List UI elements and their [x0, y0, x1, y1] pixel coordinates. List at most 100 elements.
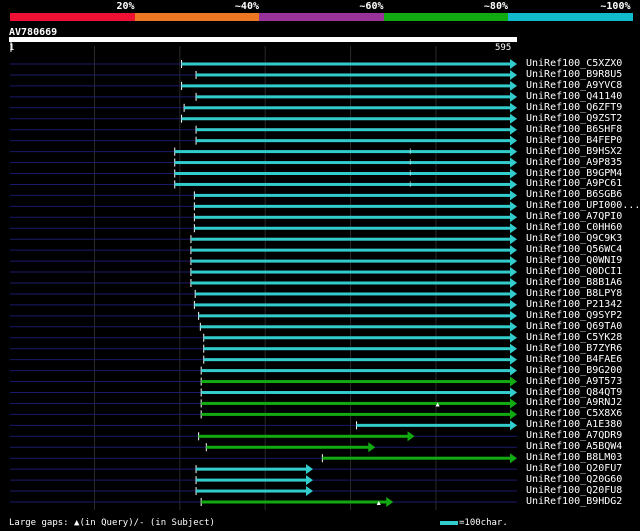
hit-bar [196, 139, 511, 143]
hit-bar [203, 336, 512, 340]
hit-link[interactable]: UniRef100_Q84QT9 [526, 387, 622, 398]
hit-link[interactable]: UniRef100_B9HDG2 [526, 496, 622, 507]
hit-link[interactable]: UniRef100_A1E380 [526, 419, 622, 430]
hit-link[interactable]: UniRef100_C5XZX0 [526, 58, 622, 69]
hit-link[interactable]: UniRef100_A7QPI0 [526, 211, 622, 222]
hit-arrow [510, 157, 517, 168]
percent-label: ~80% [483, 1, 508, 12]
percent-label: 20% [116, 1, 135, 12]
hit-bar [201, 391, 511, 394]
hit-bar [181, 84, 511, 88]
hit-link[interactable]: UniRef100_B4FEP0 [526, 135, 622, 146]
hit-bar [201, 401, 511, 405]
hit-bar [196, 95, 511, 99]
identity-color-band [383, 13, 508, 21]
hit-bar [181, 62, 511, 66]
hit-link[interactable]: UniRef100_B4FAE6 [526, 354, 622, 365]
hit-link[interactable]: UniRef100_B9G200 [526, 365, 622, 376]
hit-link[interactable]: UniRef100_B6SGB6 [526, 189, 622, 200]
hit-link[interactable]: UniRef100_UPI000... [526, 200, 640, 211]
hit-arrow [510, 354, 517, 365]
hit-link[interactable]: UniRef100_Q0DCI1 [526, 266, 622, 277]
hit-arrow [510, 267, 517, 278]
hit-bar [356, 423, 511, 427]
gaps-legend: Large gaps: ▲(in Query)/- (in Subject) [9, 518, 215, 528]
scale-legend: =100char. [440, 518, 508, 528]
hit-link[interactable]: UniRef100_A9RNJ2 [526, 397, 622, 408]
hit-link[interactable]: UniRef100_A9T573 [526, 376, 622, 387]
hit-link[interactable]: UniRef100_B9GPM4 [526, 168, 622, 179]
hit-arrow [306, 475, 314, 486]
hit-bar [195, 292, 512, 296]
hit-link[interactable]: UniRef100_Q20FU7 [526, 463, 622, 474]
hit-arrow [510, 321, 517, 332]
hit-link[interactable]: UniRef100_C0HH60 [526, 222, 622, 233]
identity-color-band [259, 13, 384, 21]
hit-arrow [510, 453, 517, 464]
hit-arrow [510, 102, 517, 113]
hit-bar [174, 150, 511, 154]
hit-arrow [510, 179, 517, 190]
hit-arrow [407, 431, 415, 442]
hit-arrow [510, 409, 517, 420]
hit-link[interactable]: UniRef100_Q20FU8 [526, 485, 622, 496]
hit-link[interactable]: UniRef100_Q9SYP2 [526, 310, 622, 321]
hit-arrow [510, 256, 517, 267]
ruler-end-label: 595 [495, 43, 512, 53]
hit-bar [198, 314, 511, 318]
hit-link[interactable]: UniRef100_A7QDR9 [526, 430, 622, 441]
hit-link[interactable]: UniRef100_C5X8X6 [526, 408, 622, 419]
hit-link[interactable]: UniRef100_Q9C9K3 [526, 233, 622, 244]
hit-link[interactable]: UniRef100_C5YK28 [526, 332, 622, 343]
hit-link[interactable]: UniRef100_B8LM03 [526, 452, 622, 463]
hit-bar [196, 73, 511, 77]
hit-arrow [510, 332, 517, 343]
hit-link[interactable]: UniRef100_Q20G60 [526, 474, 622, 485]
hit-link[interactable]: UniRef100_Q41140 [526, 91, 622, 102]
hit-arrow [386, 497, 394, 507]
percent-label: ~40% [234, 1, 259, 12]
hit-link[interactable]: UniRef100_Q9ZST2 [526, 113, 622, 124]
hit-bar [194, 226, 511, 230]
hit-arrow [510, 245, 517, 256]
hit-link[interactable]: UniRef100_B8LPY8 [526, 288, 622, 299]
hit-link[interactable]: UniRef100_A9YVC8 [526, 80, 622, 91]
hit-link[interactable]: UniRef100_A9PC61 [526, 178, 622, 189]
hit-bar [201, 412, 511, 416]
hit-bar [184, 106, 511, 110]
hit-arrow [510, 387, 517, 398]
hit-bar [201, 500, 388, 504]
hit-arrow [306, 486, 314, 497]
hit-bar [203, 347, 512, 351]
hit-arrow [510, 168, 517, 179]
hit-link[interactable]: UniRef100_Q0WNI9 [526, 255, 622, 266]
hit-link[interactable]: UniRef100_Q6ZFT9 [526, 102, 622, 113]
hit-arrow [510, 146, 517, 157]
hit-link[interactable]: UniRef100_B7ZYR6 [526, 343, 622, 354]
hit-link[interactable]: UniRef100_Q56WC4 [526, 244, 622, 255]
hit-bar [190, 270, 511, 274]
hit-link[interactable]: UniRef100_B6SHF8 [526, 124, 622, 135]
hit-arrow [510, 365, 517, 376]
hit-arrow [510, 113, 517, 124]
hit-bar [194, 215, 511, 219]
hit-link[interactable]: UniRef100_A5BQW4 [526, 441, 622, 452]
hit-bar [196, 128, 511, 132]
hit-link[interactable]: UniRef100_B8B1A6 [526, 277, 622, 288]
hit-link[interactable]: UniRef100_Q69TA0 [526, 321, 622, 332]
hit-link[interactable]: UniRef100_A9P835 [526, 157, 622, 168]
hit-bar [196, 489, 308, 493]
hit-link[interactable]: UniRef100_B9HSX2 [526, 146, 622, 157]
hit-link[interactable]: UniRef100_P21342 [526, 299, 622, 310]
hit-arrow [510, 343, 517, 354]
identity-color-band [508, 13, 633, 21]
hit-arrow [306, 464, 314, 475]
hit-arrow [510, 69, 517, 80]
scale-bar-sample [440, 520, 458, 525]
hit-bar [174, 182, 511, 186]
hit-arrow [510, 288, 517, 299]
query-ruler [9, 37, 517, 42]
hit-link[interactable]: UniRef100_B9R8U5 [526, 69, 622, 80]
hit-arrow [510, 398, 517, 409]
hit-bar [203, 358, 512, 362]
